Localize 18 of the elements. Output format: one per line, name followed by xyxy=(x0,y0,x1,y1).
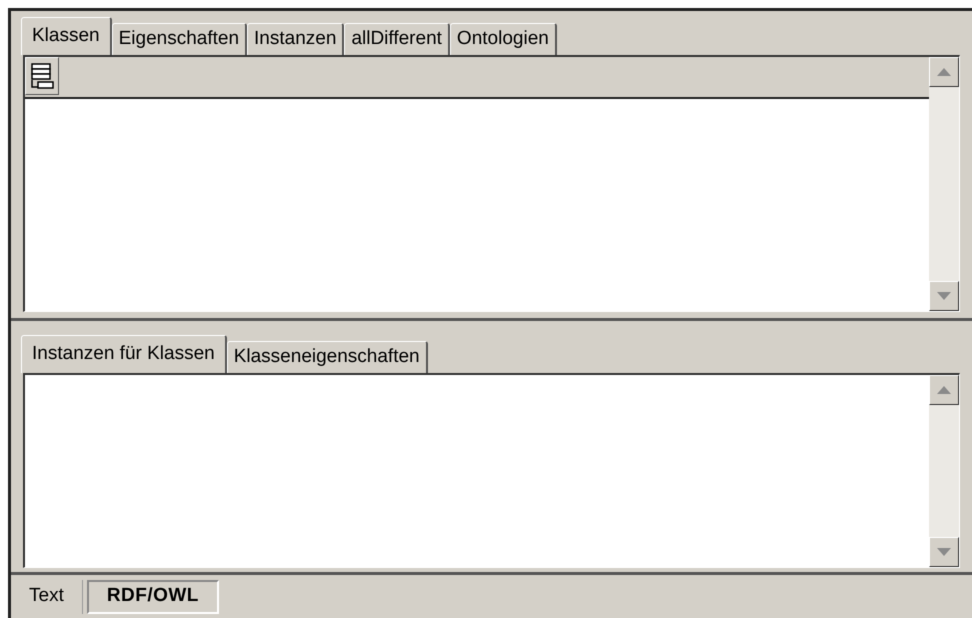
triangle-up-icon xyxy=(937,386,951,394)
scroll-down-button[interactable] xyxy=(929,281,959,311)
triangle-down-icon xyxy=(937,548,951,556)
tab[interactable]: Instanzen xyxy=(247,23,344,55)
list-view-icon xyxy=(29,61,55,91)
list-view-button[interactable] xyxy=(25,57,59,95)
tab[interactable]: allDifferent xyxy=(344,23,450,55)
triangle-up-icon xyxy=(937,68,951,76)
scroll-down-button[interactable] xyxy=(929,537,959,567)
triangle-down-icon xyxy=(937,292,951,300)
scroll-up-button[interactable] xyxy=(929,375,959,405)
tab[interactable]: Instanzen für Klassen xyxy=(21,335,227,373)
scroll-up-button[interactable] xyxy=(929,57,959,87)
tab[interactable]: Klassen xyxy=(21,17,112,55)
tab[interactable]: Eigenschaften xyxy=(112,23,248,55)
tab[interactable]: Klasseneigenschaften xyxy=(226,341,428,373)
tab[interactable]: Ontologien xyxy=(450,23,557,55)
view-tab[interactable]: RDF/OWL xyxy=(86,580,219,614)
